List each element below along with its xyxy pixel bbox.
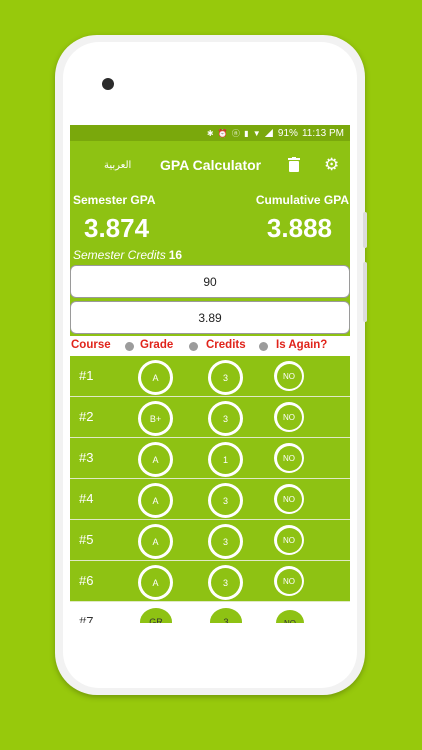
semester-credits-value: 16 [168, 248, 183, 262]
clock: 11:13 PM [301, 127, 344, 139]
course-row: #6 A 3 NO [70, 561, 350, 602]
trash-icon[interactable] [288, 157, 300, 177]
credits-value: 3 [211, 527, 240, 556]
status-icons: ✱ ⏰ ⓝ ▮ ▼ ◢ [206, 128, 274, 138]
repeat-toggle[interactable]: NO [274, 525, 304, 555]
grade-value: A [141, 486, 170, 515]
repeat-toggle[interactable]: NO [274, 566, 304, 596]
settings-gear-icon[interactable]: ⚙ [324, 155, 339, 175]
repeat-value: NO [276, 486, 302, 512]
semester-credits: Semester Credits 16 [73, 248, 182, 262]
power-button [363, 212, 367, 248]
repeat-value: NO [276, 404, 302, 430]
app-bar: العربية GPA Calculator ⚙ [70, 141, 350, 189]
previous-credits-field[interactable]: 90 [70, 265, 350, 298]
gpa-summary: Semester GPA Cumulative GPA 3.874 3.888 … [70, 189, 350, 265]
credits-value: 3 [211, 486, 240, 515]
previous-gpa-field[interactable]: 3.89 [70, 301, 350, 334]
course-list: #1 A 3 NO #2 B+ 3 NO #3 A 1 NO #4 A 3 NO… [70, 356, 350, 623]
grade-header: Grade [140, 339, 174, 351]
credits-selector[interactable]: 1 [208, 442, 243, 477]
course-number: #2 [79, 409, 94, 424]
course-number: #7 [79, 614, 94, 623]
credits-selector[interactable]: 3 [210, 608, 242, 623]
front-camera [102, 78, 114, 90]
volume-button [363, 262, 367, 322]
credits-selector[interactable]: 3 [208, 360, 243, 395]
grade-selector[interactable]: A [138, 360, 173, 395]
course-row: #1 A 3 NO [70, 356, 350, 397]
semester-credits-label: Semester Credits [73, 248, 166, 262]
credits-selector[interactable]: 3 [208, 565, 243, 600]
previous-credits-value: 90 [203, 274, 217, 289]
credits-value: 3 [211, 404, 240, 433]
grade-selector[interactable]: A [138, 565, 173, 600]
grade-selector[interactable]: A [138, 442, 173, 477]
repeat-value: NO [276, 568, 302, 594]
repeat-toggle[interactable]: NO [274, 361, 304, 391]
app-screen: ✱ ⏰ ⓝ ▮ ▼ ◢ 91% 11:13 PM العربية GPA Cal… [70, 125, 350, 623]
course-row: #2 B+ 3 NO [70, 397, 350, 438]
header-dot [259, 342, 268, 351]
repeat-toggle[interactable]: NO [274, 402, 304, 432]
language-toggle[interactable]: العربية [104, 160, 131, 171]
grade-selector[interactable]: B+ [138, 401, 173, 436]
semester-gpa-label: Semester GPA [73, 193, 156, 207]
grade-selector[interactable]: A [138, 524, 173, 559]
credits-value: 1 [211, 445, 240, 474]
course-row: #3 A 1 NO [70, 438, 350, 479]
credits-value: 3 [211, 568, 240, 597]
repeat-value: NO [276, 445, 302, 471]
battery-level: 91% [277, 127, 298, 139]
course-row: #7 GR 3 NO [70, 602, 350, 623]
repeat-value: NO [276, 363, 302, 389]
repeat-toggle[interactable]: NO [276, 610, 304, 623]
course-number: #6 [79, 573, 94, 588]
course-number: #1 [79, 368, 94, 383]
course-number: #5 [79, 532, 94, 547]
credits-selector[interactable]: 3 [208, 483, 243, 518]
grade-value: A [141, 568, 170, 597]
course-row: #5 A 3 NO [70, 520, 350, 561]
cumulative-gpa-value: 3.888 [266, 213, 332, 243]
course-number: #3 [79, 450, 94, 465]
credits-selector[interactable]: 3 [208, 401, 243, 436]
course-number: #4 [79, 491, 94, 506]
header-dot [189, 342, 198, 351]
status-bar: ✱ ⏰ ⓝ ▮ ▼ ◢ 91% 11:13 PM [70, 125, 350, 141]
app-title: GPA Calculator [160, 157, 262, 173]
previous-gpa-value: 3.89 [198, 310, 222, 325]
credits-header: Credits [206, 339, 246, 351]
grade-value: A [141, 527, 170, 556]
grade-value: A [141, 445, 170, 474]
column-headers: Course Grade Credits Is Again? [70, 336, 350, 356]
repeat-toggle[interactable]: NO [274, 443, 304, 473]
cumulative-gpa-label: Cumulative GPA [255, 193, 349, 207]
course-row: #4 A 3 NO [70, 479, 350, 520]
grade-value: B+ [141, 404, 170, 433]
grade-value: A [141, 363, 170, 392]
semester-gpa-value: 3.874 [84, 213, 150, 243]
credits-selector[interactable]: 3 [208, 524, 243, 559]
again-header: Is Again? [276, 339, 328, 351]
grade-selector[interactable]: A [138, 483, 173, 518]
grade-selector[interactable]: GR [140, 608, 172, 623]
header-dot [125, 342, 134, 351]
course-header: Course [71, 339, 111, 351]
repeat-value: NO [276, 527, 302, 553]
repeat-toggle[interactable]: NO [274, 484, 304, 514]
credits-value: 3 [211, 363, 240, 392]
